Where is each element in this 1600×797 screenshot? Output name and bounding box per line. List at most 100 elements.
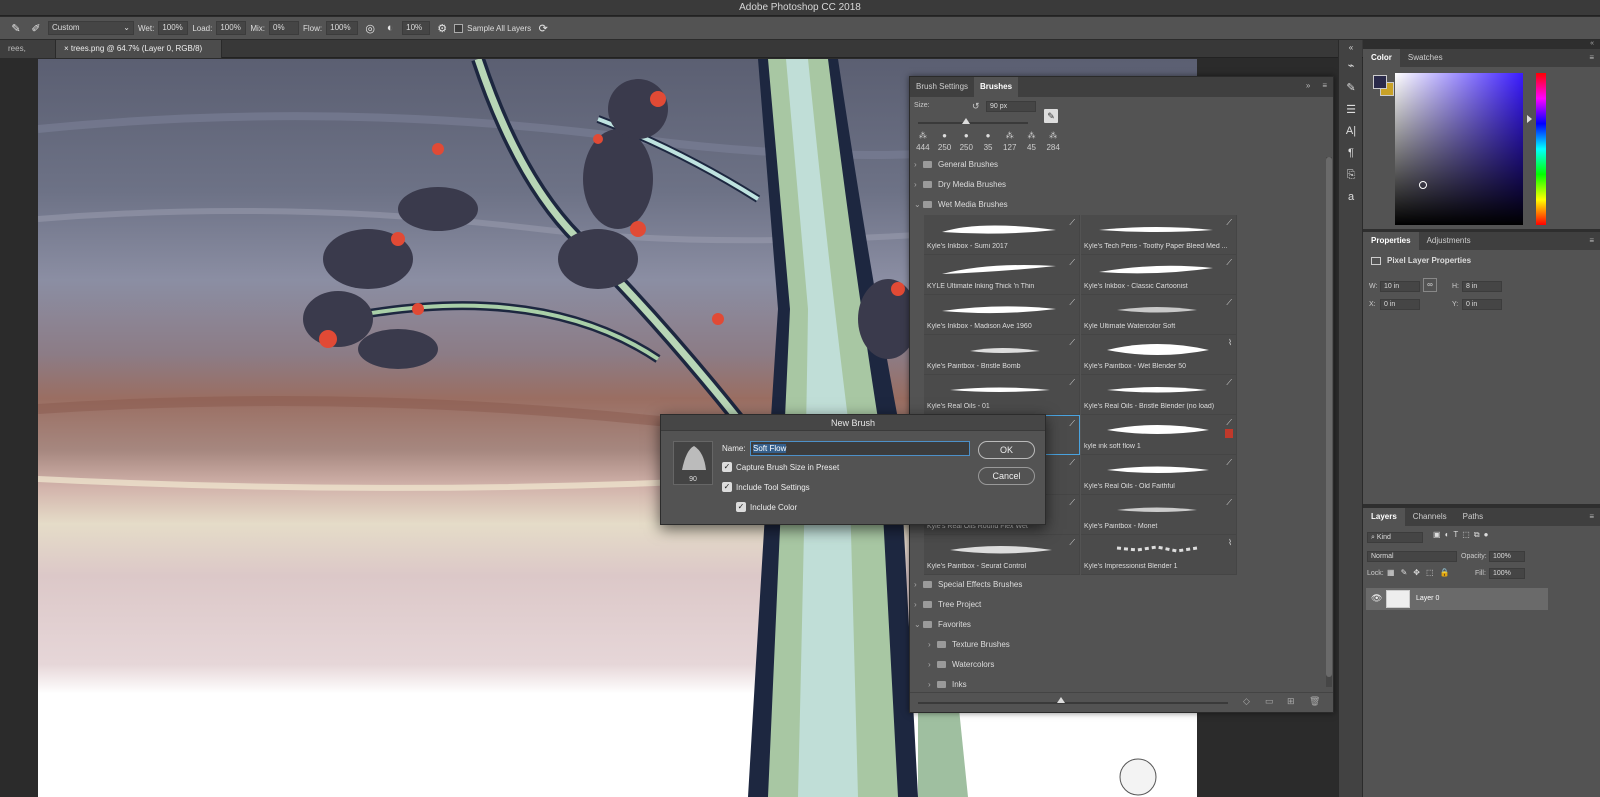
mix-preset-select[interactable]: Custom ⌄ (48, 21, 134, 35)
include-tool-settings-checkbox[interactable]: ✓ Include Tool Settings (722, 482, 810, 492)
gear-icon[interactable]: ⚙ (434, 20, 450, 36)
collapse-icon[interactable]: « (1339, 40, 1363, 54)
tab-layers[interactable]: Layers (1363, 508, 1405, 526)
sample-all-layers-checkbox[interactable] (454, 23, 464, 33)
recent-brush-3[interactable]: ● 250 (955, 131, 977, 156)
filter-shape-icon[interactable]: ⬚ (1462, 530, 1470, 540)
airbrush-icon[interactable]: ◎ (362, 20, 378, 36)
pressure-icon[interactable]: ⟳ (535, 20, 551, 36)
recent-brush-5[interactable]: ⁂ 127 (999, 131, 1021, 156)
panel-menu-icon[interactable]: ≡ (1583, 232, 1600, 250)
new-brush-icon[interactable]: ⊞ (1287, 696, 1295, 707)
glyphs-icon[interactable]: a (1339, 186, 1363, 208)
panel-menu-icon[interactable]: ≡ (1583, 508, 1600, 526)
brush-item[interactable]: ⟋ Kyle's Inkbox - Madison Ave 1960 (924, 295, 1080, 335)
foreground-color-swatch[interactable] (1373, 75, 1387, 89)
tab-adjustments[interactable]: Adjustments (1419, 232, 1479, 250)
wet-input[interactable]: 100% (158, 21, 189, 35)
filter-smart-object-icon[interactable]: ⧉ (1474, 530, 1480, 540)
color-field[interactable] (1395, 73, 1523, 225)
size-slider[interactable] (918, 122, 1028, 124)
blend-mode-select[interactable]: Normal (1367, 551, 1457, 562)
brush-item[interactable]: ⟋ Kyle's Paintbox - Bristle Bomb (924, 335, 1080, 375)
recent-brush-4[interactable]: ● 35 (977, 131, 999, 156)
brush-item[interactable]: ⟋ KYLE Ultimate Inking Thick 'n Thin (924, 255, 1080, 295)
brush-item[interactable]: ⟋ Kyle's Real Oils - Old Faithful (1081, 455, 1237, 495)
brush-item[interactable]: ⌇ Kyle's Paintbox - Wet Blender 50 (1081, 335, 1237, 375)
filter-toggle-icon[interactable]: ● (1484, 530, 1489, 540)
group-general-brushes[interactable]: › General Brushes (910, 155, 1322, 175)
tab-channels[interactable]: Channels (1405, 508, 1455, 526)
ok-button[interactable]: OK (978, 441, 1035, 459)
close-icon[interactable]: × (64, 44, 69, 53)
capture-size-checkbox[interactable]: ✓ Capture Brush Size in Preset (722, 462, 839, 472)
brush-preset-picker-icon[interactable]: ✐ (28, 20, 44, 36)
brushes-icon[interactable]: ✎ (1339, 76, 1363, 98)
lock-paint-icon[interactable]: ✎ (1401, 568, 1408, 577)
lock-position-icon[interactable]: ✥ (1413, 568, 1420, 577)
scrollbar-thumb[interactable] (1326, 157, 1332, 677)
cancel-button[interactable]: Cancel (978, 467, 1035, 485)
fill-input[interactable]: 100% (1489, 568, 1525, 579)
toggle-preview-icon[interactable]: ◇ (1243, 696, 1250, 707)
panel-menu-icon[interactable]: ≡ (1583, 49, 1600, 67)
size-input[interactable]: 90 px (986, 101, 1036, 112)
smoothing-input[interactable]: 10% (402, 21, 431, 35)
layer-filter-select[interactable]: ⌕ Kind (1367, 532, 1423, 543)
trash-icon[interactable]: 🗑 (1309, 696, 1320, 707)
tab-color[interactable]: Color (1363, 49, 1400, 67)
brush-settings-icon[interactable]: ⌁ (1339, 54, 1363, 76)
brush-item[interactable]: ⌇ Kyle's Impressionist Blender 1 (1081, 535, 1237, 575)
group-wet-media[interactable]: ⌄ Wet Media Brushes (910, 195, 1322, 215)
group-watercolors[interactable]: › Watercolors (924, 655, 1336, 675)
angle-icon[interactable]: ◐ (382, 20, 398, 36)
recent-brush-6[interactable]: ⁂ 45 (1021, 131, 1043, 156)
include-color-checkbox[interactable]: ✓ Include Color (736, 502, 797, 512)
size-slider-handle[interactable] (962, 118, 970, 124)
load-input[interactable]: 100% (216, 21, 247, 35)
tab-paths[interactable]: Paths (1455, 508, 1491, 526)
panel-menu-icon[interactable]: ≡ (1316, 77, 1333, 97)
visibility-eye-icon[interactable]: 👁 (1371, 593, 1382, 604)
preview-size-slider[interactable] (918, 702, 1228, 704)
mix-input[interactable]: 0% (269, 21, 300, 35)
lock-artboard-icon[interactable]: ⬚ (1426, 568, 1434, 577)
group-tree-project[interactable]: › Tree Project (910, 595, 1322, 615)
group-texture-brushes[interactable]: › Texture Brushes (924, 635, 1336, 655)
tab-swatches[interactable]: Swatches (1400, 49, 1451, 67)
new-group-icon[interactable]: ▭ (1265, 696, 1274, 707)
layer-row[interactable]: 👁 Layer 0 (1366, 588, 1548, 610)
recent-brush-1[interactable]: ⁂ 444 (912, 131, 934, 156)
y-input[interactable]: 0 in (1462, 299, 1502, 310)
hue-slider[interactable] (1536, 73, 1546, 225)
lock-all-icon[interactable]: 🔒 (1440, 568, 1450, 577)
link-icon[interactable]: ∞ (1423, 278, 1437, 292)
group-favorites[interactable]: ⌄ Favorites (910, 615, 1322, 635)
opacity-input[interactable]: 100% (1489, 551, 1525, 562)
paragraph-icon[interactable]: ¶ (1339, 142, 1363, 164)
brush-item[interactable]: ⟋ Kyle's Paintbox - Seurat Control (924, 535, 1080, 575)
character-icon[interactable]: A| (1339, 120, 1363, 142)
brush-item[interactable]: ⟋ Kyle's Tech Pens - Toothy Paper Bleed M… (1081, 215, 1237, 255)
tab-brush-settings[interactable]: Brush Settings (910, 77, 974, 97)
brush-item[interactable]: ⟋ Kyle's Paintbox - Monet (1081, 495, 1237, 535)
hue-slider-handle[interactable] (1527, 115, 1532, 123)
recent-brush-2[interactable]: ● 250 (934, 131, 956, 156)
filter-type-icon[interactable]: T (1453, 530, 1458, 540)
brush-item[interactable]: ⟋ Kyle's Real Oils - Bristle Blender (no … (1081, 375, 1237, 415)
reset-size-icon[interactable]: ↺ (972, 101, 980, 112)
tab-properties[interactable]: Properties (1363, 232, 1419, 250)
flow-input[interactable]: 100% (326, 21, 359, 35)
lock-transparency-icon[interactable]: ▦ (1387, 568, 1395, 577)
filter-pixel-icon[interactable]: ▣ (1433, 530, 1441, 540)
width-input[interactable]: 10 in (1380, 281, 1420, 292)
filter-adjustment-icon[interactable]: ◐ (1445, 530, 1450, 540)
group-dry-media[interactable]: › Dry Media Brushes (910, 175, 1322, 195)
document-tab-trees-2[interactable]: × trees.png @ 64.7% (Layer 0, RGB/8) (56, 40, 222, 58)
group-special-effects[interactable]: › Special Effects Brushes (910, 575, 1322, 595)
mixer-brush-tool-icon[interactable]: ✎ (8, 20, 24, 36)
preview-size-handle[interactable] (1057, 697, 1065, 703)
brush-list-scrollbar[interactable] (1326, 157, 1332, 687)
brush-item[interactable]: ⟋ Kyle's Inkbox - Sumi 2017 (924, 215, 1080, 255)
clone-source-icon[interactable]: ⎘ (1339, 164, 1363, 186)
